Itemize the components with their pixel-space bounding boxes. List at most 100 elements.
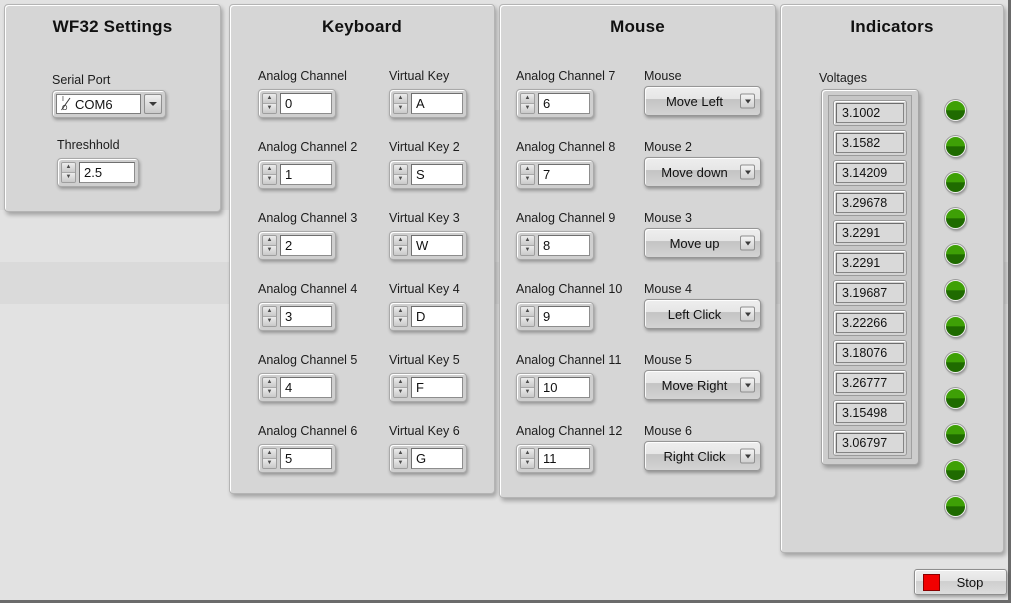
mouse-action-dropdown-4[interactable]: Left Click [644,299,761,329]
triangle-down-icon[interactable]: ▼ [394,245,407,255]
mouse-analog-channel-6-control[interactable]: ▲ ▼ 11 [516,443,594,473]
mouse-analog-channel-5-control[interactable]: ▲ ▼ 10 [516,372,594,402]
serial-port-chevron-down-icon[interactable] [144,94,162,114]
virtual-key-5-value[interactable]: F [411,376,463,398]
mouse-analog-channel-2-control[interactable]: ▲ ▼ 7 [516,159,594,189]
mouse-analog-channel-4-spinner[interactable]: ▲ ▼ [520,305,535,327]
triangle-down-icon[interactable]: ▼ [394,458,407,468]
threshhold-value[interactable]: 2.5 [79,161,135,183]
mouse-analog-channel-3-control[interactable]: ▲ ▼ 8 [516,230,594,260]
mouse-action-dropdown-6[interactable]: Right Click [644,441,761,471]
mouse-analog-channel-6-value[interactable]: 11 [538,447,590,469]
analog-channel-1-control[interactable]: ▲ ▼ 0 [258,88,336,118]
triangle-up-icon[interactable]: ▲ [394,93,407,104]
virtual-key-3-value[interactable]: W [411,234,463,256]
triangle-up-icon[interactable]: ▲ [263,235,276,246]
mouse-action-dropdown-3[interactable]: Move up [644,228,761,258]
triangle-down-icon[interactable]: ▼ [521,103,534,113]
analog-channel-2-spinner[interactable]: ▲ ▼ [262,163,277,185]
chevron-down-icon[interactable] [740,377,755,393]
mouse-analog-channel-5-spinner[interactable]: ▲ ▼ [520,376,535,398]
analog-channel-2-value[interactable]: 1 [280,163,332,185]
triangle-up-icon[interactable]: ▲ [394,164,407,175]
triangle-down-icon[interactable]: ▼ [263,245,276,255]
threshhold-control[interactable]: ▲ ▼ 2.5 [57,157,139,187]
triangle-down-icon[interactable]: ▼ [263,387,276,397]
chevron-down-icon[interactable] [740,306,755,322]
chevron-down-icon[interactable] [740,448,755,464]
triangle-down-icon[interactable]: ▼ [394,387,407,397]
virtual-key-6-control[interactable]: ▲ ▼ G [389,443,467,473]
analog-channel-5-spinner[interactable]: ▲ ▼ [262,376,277,398]
serial-port-control[interactable]: IO COM6 [52,90,166,118]
triangle-down-icon[interactable]: ▼ [263,316,276,326]
triangle-down-icon[interactable]: ▼ [521,458,534,468]
analog-channel-1-spinner[interactable]: ▲ ▼ [262,92,277,114]
triangle-up-icon[interactable]: ▲ [62,162,75,173]
virtual-key-1-value[interactable]: A [411,92,463,114]
mouse-action-dropdown-2[interactable]: Move down [644,157,761,187]
triangle-up-icon[interactable]: ▲ [263,306,276,317]
mouse-action-dropdown-5[interactable]: Move Right [644,370,761,400]
triangle-up-icon[interactable]: ▲ [521,306,534,317]
triangle-up-icon[interactable]: ▲ [263,448,276,459]
triangle-down-icon[interactable]: ▼ [521,174,534,184]
analog-channel-3-spinner[interactable]: ▲ ▼ [262,234,277,256]
virtual-key-6-spinner[interactable]: ▲ ▼ [393,447,408,469]
chevron-down-icon[interactable] [740,93,755,109]
virtual-key-4-spinner[interactable]: ▲ ▼ [393,305,408,327]
virtual-key-4-control[interactable]: ▲ ▼ D [389,301,467,331]
mouse-analog-channel-3-value[interactable]: 8 [538,234,590,256]
virtual-key-2-spinner[interactable]: ▲ ▼ [393,163,408,185]
triangle-up-icon[interactable]: ▲ [521,377,534,388]
triangle-up-icon[interactable]: ▲ [521,235,534,246]
mouse-analog-channel-2-spinner[interactable]: ▲ ▼ [520,163,535,185]
mouse-analog-channel-1-control[interactable]: ▲ ▼ 6 [516,88,594,118]
triangle-down-icon[interactable]: ▼ [62,172,75,182]
mouse-analog-channel-2-value[interactable]: 7 [538,163,590,185]
mouse-analog-channel-4-value[interactable]: 9 [538,305,590,327]
analog-channel-2-control[interactable]: ▲ ▼ 1 [258,159,336,189]
triangle-up-icon[interactable]: ▲ [394,448,407,459]
stop-button[interactable]: Stop [914,569,1007,595]
triangle-up-icon[interactable]: ▲ [394,235,407,246]
virtual-key-5-spinner[interactable]: ▲ ▼ [393,376,408,398]
mouse-analog-channel-1-spinner[interactable]: ▲ ▼ [520,92,535,114]
triangle-up-icon[interactable]: ▲ [263,164,276,175]
analog-channel-4-value[interactable]: 3 [280,305,332,327]
triangle-up-icon[interactable]: ▲ [394,377,407,388]
virtual-key-2-value[interactable]: S [411,163,463,185]
triangle-down-icon[interactable]: ▼ [521,387,534,397]
virtual-key-3-spinner[interactable]: ▲ ▼ [393,234,408,256]
triangle-up-icon[interactable]: ▲ [521,448,534,459]
analog-channel-5-value[interactable]: 4 [280,376,332,398]
analog-channel-1-value[interactable]: 0 [280,92,332,114]
triangle-down-icon[interactable]: ▼ [394,316,407,326]
triangle-down-icon[interactable]: ▼ [263,458,276,468]
triangle-down-icon[interactable]: ▼ [394,103,407,113]
analog-channel-3-value[interactable]: 2 [280,234,332,256]
analog-channel-4-spinner[interactable]: ▲ ▼ [262,305,277,327]
triangle-up-icon[interactable]: ▲ [521,164,534,175]
triangle-up-icon[interactable]: ▲ [263,93,276,104]
virtual-key-2-control[interactable]: ▲ ▼ S [389,159,467,189]
triangle-down-icon[interactable]: ▼ [394,174,407,184]
mouse-analog-channel-3-spinner[interactable]: ▲ ▼ [520,234,535,256]
mouse-action-dropdown-1[interactable]: Move Left [644,86,761,116]
analog-channel-6-control[interactable]: ▲ ▼ 5 [258,443,336,473]
triangle-up-icon[interactable]: ▲ [263,377,276,388]
analog-channel-6-spinner[interactable]: ▲ ▼ [262,447,277,469]
analog-channel-6-value[interactable]: 5 [280,447,332,469]
triangle-up-icon[interactable]: ▲ [394,306,407,317]
triangle-down-icon[interactable]: ▼ [521,316,534,326]
analog-channel-3-control[interactable]: ▲ ▼ 2 [258,230,336,260]
triangle-down-icon[interactable]: ▼ [521,245,534,255]
triangle-down-icon[interactable]: ▼ [263,103,276,113]
virtual-key-5-control[interactable]: ▲ ▼ F [389,372,467,402]
mouse-analog-channel-6-spinner[interactable]: ▲ ▼ [520,447,535,469]
mouse-analog-channel-5-value[interactable]: 10 [538,376,590,398]
triangle-up-icon[interactable]: ▲ [521,93,534,104]
chevron-down-icon[interactable] [740,164,755,180]
virtual-key-1-control[interactable]: ▲ ▼ A [389,88,467,118]
mouse-analog-channel-1-value[interactable]: 6 [538,92,590,114]
